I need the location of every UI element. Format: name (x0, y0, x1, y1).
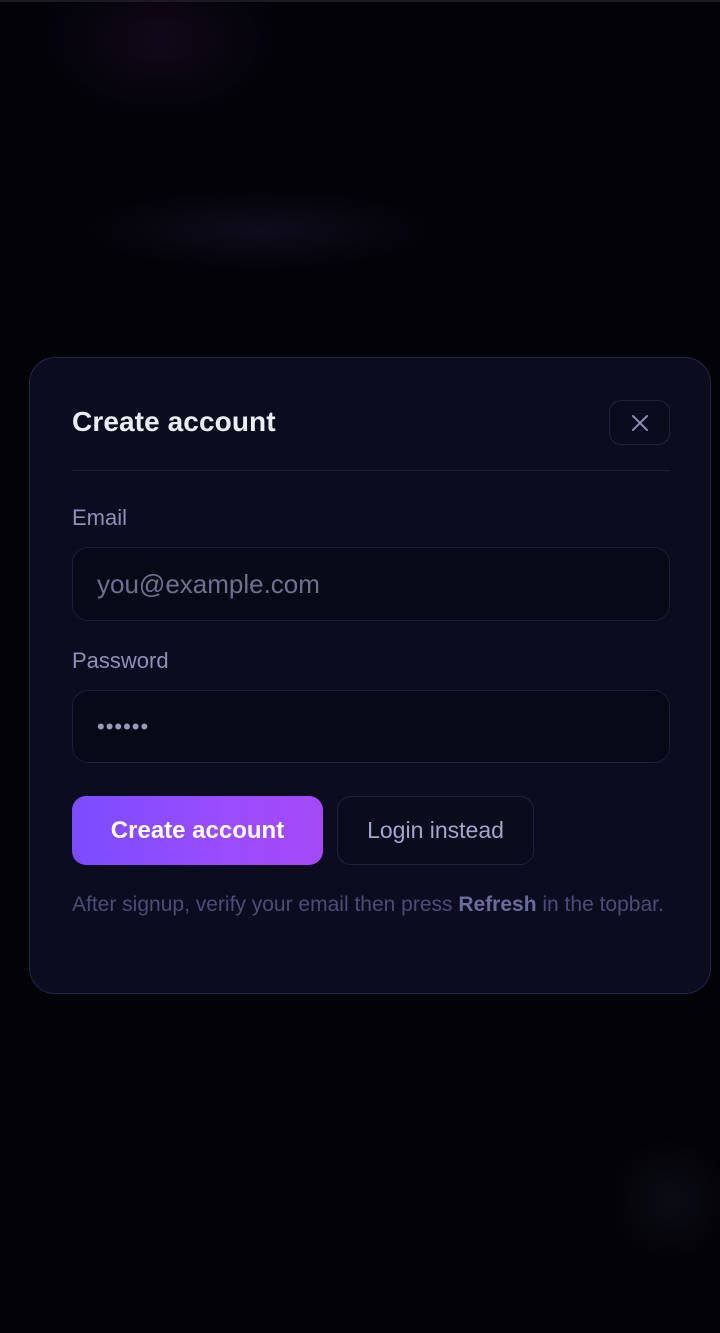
close-icon (631, 414, 648, 431)
helper-text-refresh: Refresh (458, 893, 537, 916)
login-instead-button[interactable]: Login instead (337, 796, 534, 865)
email-label: Email (72, 505, 128, 530)
password-input[interactable]: •••••• (72, 690, 670, 763)
create-account-modal: Create account Email Password •••••• Cre… (29, 357, 711, 994)
password-masked-value: •••••• (97, 713, 150, 739)
create-account-button[interactable]: Create account (72, 796, 323, 865)
helper-text-after: in the topbar. (536, 893, 664, 916)
close-button[interactable] (609, 400, 670, 445)
modal-title: Create account (72, 406, 276, 437)
password-label: Password (72, 648, 169, 673)
top-edge (0, 0, 720, 2)
helper-text: After signup, verify your email then pre… (72, 888, 672, 921)
helper-text-before: After signup, verify your email then pre… (72, 893, 459, 916)
email-input[interactable] (72, 547, 670, 621)
header-divider (72, 470, 670, 471)
